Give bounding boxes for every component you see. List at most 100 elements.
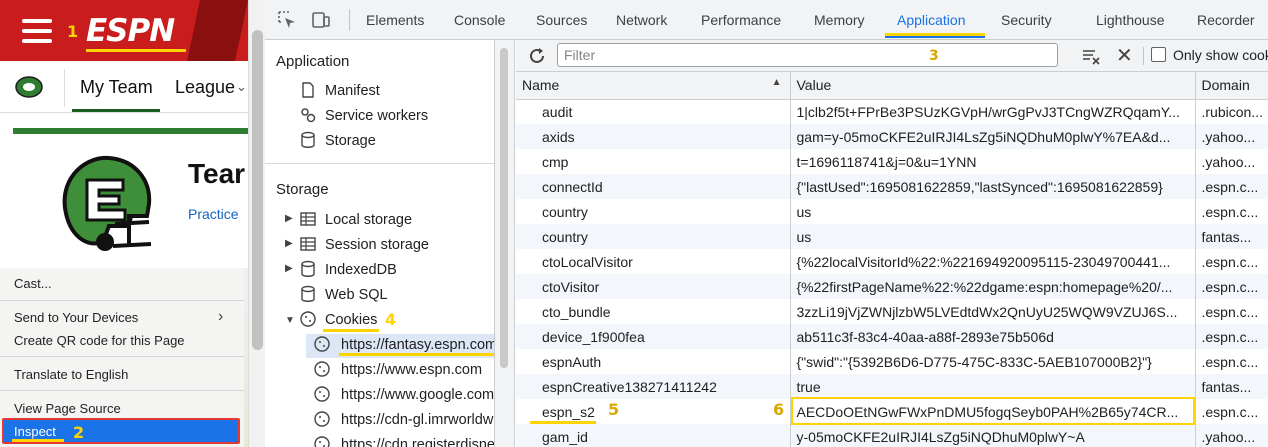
tab-elements[interactable]: Elements bbox=[366, 12, 424, 28]
column-value-header[interactable]: Value bbox=[790, 72, 1196, 100]
cookie-origin-google[interactable]: https://www.google.com bbox=[341, 387, 494, 403]
sidebar-item-web-sql[interactable]: Web SQL bbox=[325, 287, 388, 303]
cookie-domain-cell[interactable]: .espn.c... bbox=[1195, 249, 1268, 274]
device-toolbar-icon[interactable] bbox=[311, 10, 331, 30]
cookie-value-cell[interactable]: ab511c3f-83c4-40aa-a88f-2893e75b506d bbox=[790, 324, 1196, 349]
cookie-name-cell[interactable]: country bbox=[516, 199, 791, 224]
tab-security[interactable]: Security bbox=[1001, 12, 1052, 28]
cookie-value-cell[interactable]: {%22localVisitorId%22:%221694920095115-2… bbox=[790, 249, 1196, 274]
practice-link[interactable]: Practice bbox=[188, 206, 239, 222]
clear-all-icon[interactable]: ✕ bbox=[1116, 43, 1133, 68]
inspect-element-icon[interactable] bbox=[277, 10, 297, 30]
filter-input[interactable] bbox=[557, 43, 1058, 67]
sidebar-item-indexeddb[interactable]: IndexedDB bbox=[325, 262, 397, 278]
cookie-value-cell[interactable]: {"swid":"{5392B6D6-D775-475C-833C-5AEB10… bbox=[790, 349, 1196, 374]
cookie-origin-www-espn[interactable]: https://www.espn.com bbox=[341, 362, 482, 378]
expand-arrow-icon[interactable]: ▶ bbox=[285, 263, 293, 274]
menu-item-qr-code[interactable]: Create QR code for this Page bbox=[14, 333, 185, 348]
cookie-domain-cell[interactable]: .yahoo... bbox=[1195, 149, 1268, 174]
page-scrollbar[interactable] bbox=[248, 0, 265, 447]
sidebar-item-service-workers[interactable]: Service workers bbox=[325, 108, 428, 124]
column-name-header[interactable]: Name ▲ bbox=[516, 72, 791, 100]
hamburger-menu-icon[interactable] bbox=[22, 19, 52, 43]
sidebar-item-session-storage[interactable]: Session storage bbox=[325, 237, 429, 253]
cookie-name-cell[interactable]: cmp bbox=[516, 149, 791, 174]
cookie-origin-fantasy-espn[interactable]: https://fantasy.espn.com bbox=[341, 337, 494, 353]
cookie-value-cell[interactable]: us bbox=[790, 199, 1196, 224]
tab-memory[interactable]: Memory bbox=[814, 12, 865, 28]
table-row[interactable]: axids gam=y-05moCKFE2uIRJI4LsZg5iNQDhuM0p… bbox=[516, 124, 1268, 149]
nav-league[interactable]: League bbox=[175, 77, 235, 98]
cookie-value-cell[interactable]: true bbox=[790, 374, 1196, 399]
sidebar-scrollbar[interactable] bbox=[495, 40, 515, 447]
cookie-domain-cell[interactable]: .yahoo... bbox=[1195, 424, 1268, 447]
cookie-origin-registerdisney[interactable]: https://cdn.registerdisney.go.com bbox=[341, 437, 494, 447]
menu-item-cast[interactable]: Cast... bbox=[14, 276, 52, 291]
cookie-value-cell[interactable]: t=1696118741&j=0&u=1YNN bbox=[790, 149, 1196, 174]
cookie-value-cell[interactable]: {"lastUsed":1695081622859,"lastSynced":1… bbox=[790, 174, 1196, 199]
table-row[interactable]: espn_s2 AECDoOEtNGwFWxPnDMU5fogqSeyb0PAH%… bbox=[516, 399, 1268, 424]
cookie-value-cell[interactable]: AECDoOEtNGwFWxPnDMU5fogqSeyb0PAH%2B65y74… bbox=[790, 399, 1196, 424]
cookie-domain-cell[interactable]: .espn.c... bbox=[1195, 199, 1268, 224]
table-row[interactable]: audit 1|clb2f5t+FPrBe3PSUzKGVpH/wrGgPvJ3T… bbox=[516, 99, 1268, 124]
sidebar-item-cookies[interactable]: Cookies bbox=[325, 312, 377, 328]
cookie-domain-cell[interactable]: .espn.c... bbox=[1195, 324, 1268, 349]
only-show-issues-checkbox[interactable] bbox=[1151, 47, 1166, 62]
refresh-icon[interactable] bbox=[526, 45, 548, 67]
cookie-value-cell[interactable]: 1|clb2f5t+FPrBe3PSUzKGVpH/wrGgPvJ3TCngWZ… bbox=[790, 99, 1196, 124]
tab-console[interactable]: Console bbox=[454, 12, 505, 28]
cookie-name-cell[interactable]: audit bbox=[516, 99, 791, 124]
table-row[interactable]: connectId {"lastUsed":1695081622859,"last… bbox=[516, 174, 1268, 199]
cookie-domain-cell[interactable]: .espn.c... bbox=[1195, 349, 1268, 374]
menu-item-view-source[interactable]: View Page Source bbox=[14, 401, 121, 416]
cookie-name-cell[interactable]: ctoLocalVisitor bbox=[516, 249, 791, 274]
cookie-value-cell[interactable]: 3zzLi19jVjZWNjlzbW5LVEdtdWx2QnUyU25WQW9V… bbox=[790, 299, 1196, 324]
cookie-domain-cell[interactable]: .espn.c... bbox=[1195, 174, 1268, 199]
table-row[interactable]: country us .espn.c... bbox=[516, 199, 1268, 224]
cookie-origin-imrworldwide[interactable]: https://cdn-gl.imrworldwide.com bbox=[341, 412, 494, 428]
table-row[interactable]: gam_id y-05moCKFE2uIRJI4LsZg5iNQDhuM0plwY… bbox=[516, 424, 1268, 447]
expand-arrow-icon[interactable]: ▶ bbox=[285, 213, 293, 224]
table-row[interactable]: cto_bundle 3zzLi19jVjZWNjlzbW5LVEdtdWx2Qn… bbox=[516, 299, 1268, 324]
menu-item-send-to-devices[interactable]: Send to Your Devices bbox=[14, 310, 138, 325]
cookie-name-cell[interactable]: cto_bundle bbox=[516, 299, 791, 324]
sidebar-item-storage[interactable]: Storage bbox=[325, 133, 376, 149]
cookie-domain-cell[interactable]: .rubicon... bbox=[1195, 99, 1268, 124]
cookie-domain-cell[interactable]: .espn.c... bbox=[1195, 299, 1268, 324]
team-helmet-icon[interactable] bbox=[14, 75, 44, 99]
table-row[interactable]: espnCreative138271411242 true fantas... bbox=[516, 374, 1268, 399]
cookie-domain-cell[interactable]: fantas... bbox=[1195, 374, 1268, 399]
column-domain-header[interactable]: Domain bbox=[1195, 72, 1268, 100]
clear-filtered-icon[interactable] bbox=[1081, 46, 1101, 66]
cookie-name-cell[interactable]: country bbox=[516, 224, 791, 249]
tab-network[interactable]: Network bbox=[616, 12, 667, 28]
table-row[interactable]: ctoVisitor {%22firstPageName%22:%22dgame:… bbox=[516, 274, 1268, 299]
cookie-value-cell[interactable]: y-05moCKFE2uIRJI4LsZg5iNQDhuM0plwY~A bbox=[790, 424, 1196, 447]
cookie-domain-cell[interactable]: fantas... bbox=[1195, 224, 1268, 249]
table-row[interactable]: cmp t=1696118741&j=0&u=1YNN .yahoo... bbox=[516, 149, 1268, 174]
table-row[interactable]: ctoLocalVisitor {%22localVisitorId%22:%22… bbox=[516, 249, 1268, 274]
sidebar-item-local-storage[interactable]: Local storage bbox=[325, 212, 412, 228]
cookie-value-cell[interactable]: us bbox=[790, 224, 1196, 249]
sidebar-item-manifest[interactable]: Manifest bbox=[325, 83, 380, 99]
tab-lighthouse[interactable]: Lighthouse bbox=[1096, 12, 1165, 28]
menu-item-translate[interactable]: Translate to English bbox=[14, 367, 128, 382]
cookie-name-cell[interactable]: gam_id bbox=[516, 424, 791, 447]
cookie-name-cell[interactable]: connectId bbox=[516, 174, 791, 199]
tab-sources[interactable]: Sources bbox=[536, 12, 587, 28]
cookie-name-cell[interactable]: device_1f900fea bbox=[516, 324, 791, 349]
cookie-value-cell[interactable]: gam=y-05moCKFE2uIRJI4LsZg5iNQDhuM0plwY%7… bbox=[790, 124, 1196, 149]
collapse-arrow-icon[interactable]: ▼ bbox=[285, 315, 295, 326]
tab-recorder[interactable]: Recorder bbox=[1197, 12, 1255, 28]
cookie-name-cell[interactable]: espnAuth bbox=[516, 349, 791, 374]
cookie-value-cell[interactable]: {%22firstPageName%22:%22dgame:espn:homep… bbox=[790, 274, 1196, 299]
cookie-name-cell[interactable]: axids bbox=[516, 124, 791, 149]
cookie-domain-cell[interactable]: .espn.c... bbox=[1195, 399, 1268, 424]
table-row[interactable]: country us fantas... bbox=[516, 224, 1268, 249]
expand-arrow-icon[interactable]: ▶ bbox=[285, 238, 293, 249]
nav-my-team[interactable]: My Team bbox=[80, 77, 153, 98]
table-row[interactable]: device_1f900fea ab511c3f-83c4-40aa-a88f-2… bbox=[516, 324, 1268, 349]
cookie-domain-cell[interactable]: .yahoo... bbox=[1195, 124, 1268, 149]
table-row[interactable]: espnAuth {"swid":"{5392B6D6-D775-475C-833… bbox=[516, 349, 1268, 374]
tab-performance[interactable]: Performance bbox=[701, 12, 781, 28]
